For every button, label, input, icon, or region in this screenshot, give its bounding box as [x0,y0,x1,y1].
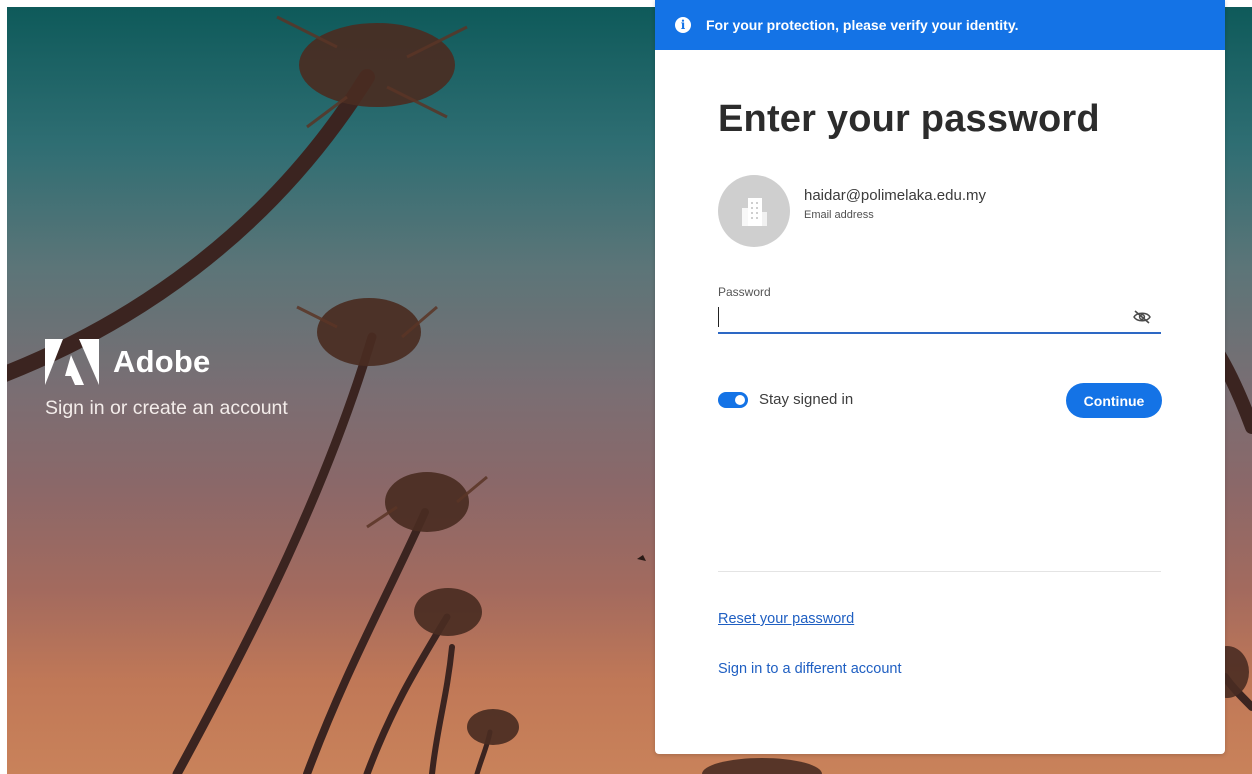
page-title: Enter your password [718,98,1100,140]
brand-tagline: Sign in or create an account [45,397,288,419]
info-icon: i [675,17,691,33]
password-input[interactable] [719,304,1129,330]
stay-signed-in-row: Stay signed in [718,391,853,408]
identity-banner: i For your protection, please verify you… [655,0,1225,50]
account-email-label: Email address [804,209,874,221]
brand-block: Adobe Sign in or create an account [45,337,288,420]
brand-name: Adobe [113,344,211,379]
reset-password-link[interactable]: Reset your password [718,611,854,627]
sign-in-page: Adobe Sign in or create an account i For… [0,0,1252,774]
stay-signed-in-label: Stay signed in [759,391,854,408]
divider [718,571,1161,572]
building-icon [742,198,767,226]
toggle-knob [735,394,745,405]
banner-text: For your protection, please verify your … [706,17,1019,33]
avatar [718,175,790,247]
sign-in-card: i For your protection, please verify you… [655,0,1225,754]
different-account-link[interactable]: Sign in to a different account [718,661,902,677]
password-field[interactable] [718,302,1161,334]
account-summary: haidar@polimelaka.edu.my Email address [718,175,986,247]
continue-button[interactable]: Continue [1066,383,1162,418]
password-label: Password [718,285,771,299]
account-email: haidar@polimelaka.edu.my [804,187,986,204]
adobe-logo-icon [45,339,99,385]
stay-signed-in-toggle[interactable] [718,391,748,408]
eye-off-icon[interactable] [1129,306,1155,328]
